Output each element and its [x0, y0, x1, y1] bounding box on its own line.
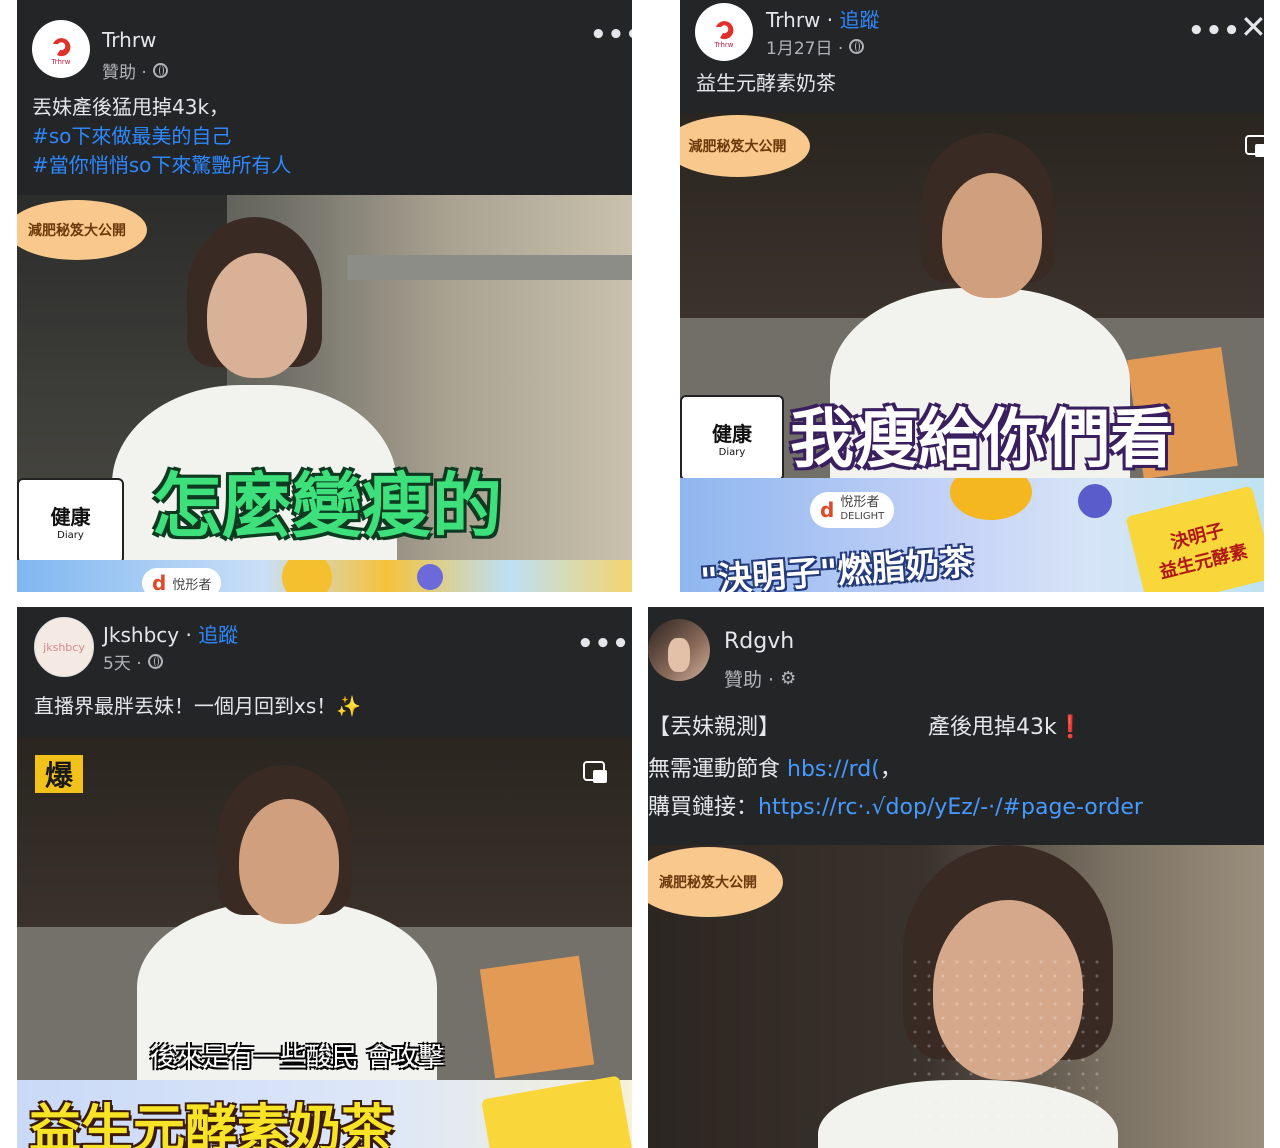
range-hood: [347, 255, 632, 280]
author-name[interactable]: Trhrw: [102, 28, 156, 52]
post-card: Rdgvh 贊助 · ⚙ 【丟妹親測】 產後甩掉43k❗ 無需運動節食 hbs:/…: [648, 607, 1264, 1148]
avatar[interactable]: [648, 619, 710, 681]
author-name[interactable]: Jkshbcy · 追蹤: [103, 619, 238, 648]
avatar[interactable]: jkshbcy: [34, 617, 94, 677]
video-subtitle: 後來是有一些酸民 會攻擊: [150, 1043, 445, 1073]
person-face: [239, 799, 339, 924]
brand-logo: d 悅形者 DELIGHT: [810, 492, 895, 528]
post-card: Trhrw Trhrw · 追蹤 1月27日 · ••• ✕ 益生元酵素奶茶 減…: [680, 0, 1264, 592]
author-name-text[interactable]: Trhrw: [102, 28, 156, 52]
product-package: 決明子 益生元酵素: [1125, 485, 1264, 592]
picture-in-picture-icon[interactable]: [583, 761, 609, 785]
comma: ，: [879, 757, 902, 782]
post-video[interactable]: 減肥秘笈大公開 健康 Diary 怎麼變瘦的 d 悅形者: [17, 195, 632, 592]
picture-in-picture-icon[interactable]: [1245, 135, 1264, 159]
avatar[interactable]: Trhrw: [32, 20, 90, 78]
brand-logo: d 悅形者: [142, 568, 222, 593]
banner-headline: "決明子"燃脂奶茶: [699, 542, 975, 592]
close-icon[interactable]: ✕: [1240, 8, 1264, 46]
more-options-icon[interactable]: •••: [590, 20, 632, 50]
avatar-photo: [668, 638, 690, 672]
brand-d-icon: d: [152, 571, 167, 592]
avatar-text: jkshbcy: [43, 640, 85, 654]
badge-subtitle: Diary: [718, 447, 746, 458]
video-caption: 益生元酵素奶茶: [29, 1100, 394, 1148]
video-caption: 我瘦給你們看: [790, 403, 1174, 477]
post-text-label: 無需運動節食: [648, 757, 781, 782]
author-name-text[interactable]: Trhrw: [766, 8, 820, 32]
more-options-icon[interactable]: •••: [577, 629, 630, 659]
blue-planet-shape: [1078, 484, 1112, 518]
post-video[interactable]: 減肥秘笈大公開: [648, 845, 1264, 1148]
post-text-line: 【丟妹親測】 產後甩掉43k❗: [648, 713, 1084, 743]
post-meta: 5天 ·: [103, 649, 163, 674]
post-meta: 贊助 · ⚙: [724, 665, 796, 692]
orange-planet-shape: [282, 560, 332, 592]
channel-logo: 爆: [35, 755, 83, 793]
brand-name-en: DELIGHT: [840, 511, 885, 522]
product-link[interactable]: hbs://rd(: [787, 757, 880, 782]
health-diary-badge: 健康 Diary: [680, 395, 784, 481]
brand-logo-icon: Trhrw: [33, 21, 89, 77]
separator-dot: ·: [826, 8, 840, 32]
post-text-line: 丟妹產後猛甩掉43k，: [32, 95, 230, 119]
post-text-line: 無需運動節食 hbs://rd(，: [648, 755, 902, 785]
post-text-prefix: 【丟妹親測】: [648, 715, 781, 740]
globe-icon: [152, 63, 168, 78]
video-caption: 怎麼變瘦的: [152, 465, 502, 547]
health-diary-badge: 健康 Diary: [17, 478, 124, 564]
author-name-text[interactable]: Rdgvh: [724, 629, 794, 654]
purchase-link[interactable]: https://rc·.√dop/yEz/-·/#page-order: [758, 795, 1143, 820]
follow-button[interactable]: 追蹤: [198, 623, 238, 647]
brand-d-icon: d: [820, 498, 835, 522]
post-text-label: 購買鏈接：: [648, 795, 759, 820]
orange-pillow-shape: [479, 955, 595, 1079]
speech-bubble: 減肥秘笈大公開: [648, 847, 783, 917]
post-video[interactable]: 減肥秘笈大公開 健康 Diary 我瘦給你們看 d 悅形者 DELIGHT "決…: [680, 113, 1264, 592]
post-video[interactable]: 爆 後來是有一些酸民 會攻擊 益生元酵素奶茶: [17, 737, 632, 1148]
gear-icon: ⚙: [780, 668, 797, 689]
more-options-icon[interactable]: •••: [1188, 16, 1241, 46]
avatar-text: Trhrw: [713, 41, 733, 49]
post-text-suffix: 產後甩掉43k: [928, 715, 1057, 740]
post-card: jkshbcy Jkshbcy · 追蹤 5天 · ••• 直播界最胖丟妹！一個…: [17, 607, 632, 1148]
post-text-line: 購買鏈接：https://rc·.√dop/yEz/-·/#page-order: [648, 793, 1143, 823]
badge-subtitle: Diary: [57, 530, 84, 541]
hashtag-link[interactable]: #so下來做最美的自己: [32, 121, 231, 151]
product-banner: d 悅形者 DELIGHT "決明子"燃脂奶茶 決明子 益生元酵素: [680, 478, 1264, 592]
brand-logo-icon: Trhrw: [696, 4, 752, 60]
sponsored-label: 贊助 ·: [102, 63, 147, 83]
post-text-line: 直播界最胖丟妹！一個月回到xs！✨: [34, 694, 362, 718]
badge-title: 健康: [712, 422, 752, 446]
orange-planet-shape: [950, 478, 1032, 520]
author-name-text[interactable]: Jkshbcy: [103, 623, 179, 647]
person-face: [207, 253, 307, 378]
post-text-line: 益生元酵素奶茶: [696, 71, 836, 95]
post-meta: 1月27日 ·: [766, 34, 865, 59]
sponsored-label: 贊助 ·: [724, 669, 775, 691]
speech-bubble: 減肥秘笈大公開: [680, 115, 810, 177]
post-card: Trhrw Trhrw 贊助 · ••• 丟妹產後猛甩掉43k， #so下來做最…: [17, 0, 632, 592]
separator-dot: ·: [185, 623, 199, 647]
avatar[interactable]: Trhrw: [695, 3, 753, 61]
post-meta: 贊助 ·: [102, 58, 168, 83]
hashtag-link[interactable]: #當你悄悄so下來驚艷所有人: [32, 150, 291, 180]
author-name[interactable]: Rdgvh: [724, 629, 794, 654]
brand-name: 悅形者: [840, 495, 880, 510]
globe-icon: [147, 654, 163, 669]
author-name[interactable]: Trhrw · 追蹤: [766, 4, 879, 33]
globe-icon: [849, 39, 865, 54]
blue-planet-shape: [417, 564, 443, 590]
badge-title: 健康: [50, 505, 91, 529]
sparkle-overlay: [908, 955, 1108, 1145]
post-date: 5天 ·: [103, 654, 142, 674]
post-date: 1月27日 ·: [766, 39, 844, 59]
follow-button[interactable]: 追蹤: [839, 8, 879, 32]
brand-name: 悅形者: [172, 577, 212, 593]
person-face: [942, 173, 1042, 298]
product-banner: d 悅形者: [17, 560, 632, 592]
avatar-text: Trhrw: [50, 58, 70, 66]
exclamation-icon: ❗: [1056, 715, 1085, 740]
